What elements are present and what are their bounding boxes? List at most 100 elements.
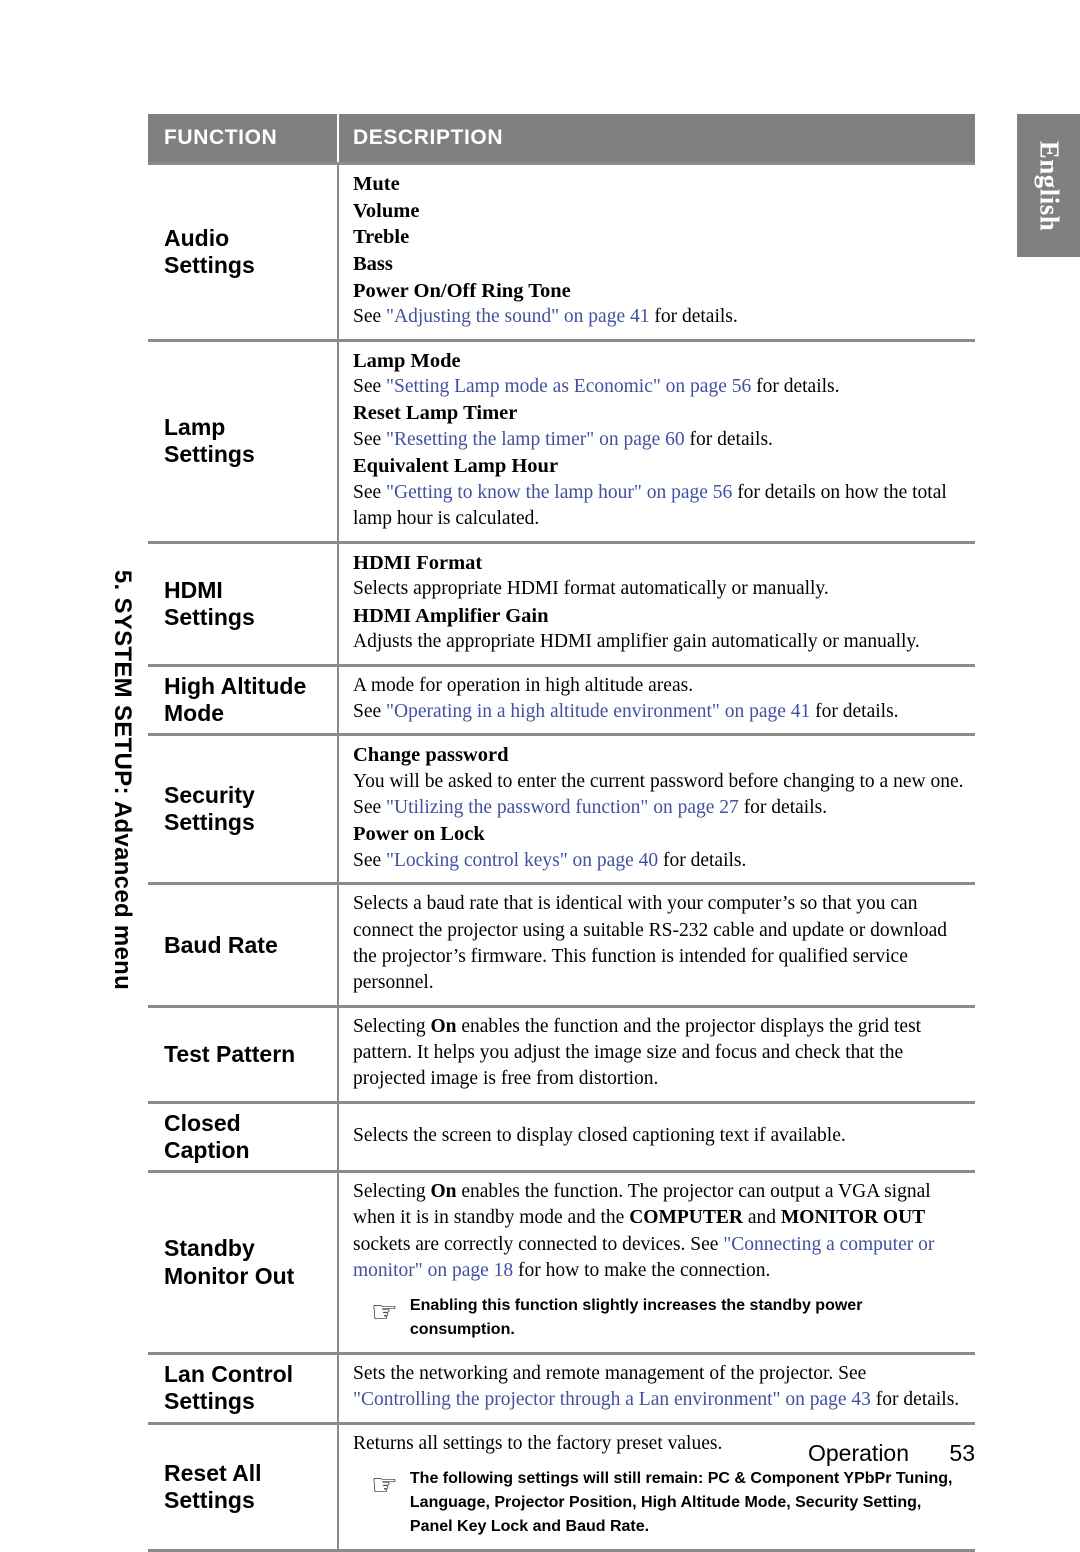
sub-setting-title: HDMI Amplifier Gain [353, 604, 549, 627]
sub-setting-title: Lamp Mode [353, 349, 461, 372]
description-paragraph: Selects the screen to display closed cap… [353, 1124, 846, 1146]
pointing-hand-icon: ☞ [371, 1468, 398, 1504]
table-row: HDMI Settings HDMI Format Selects appropria… [148, 540, 975, 666]
footer-page-number: 53 [949, 1440, 975, 1466]
function-name-cell: Lan Control Settings [148, 1352, 339, 1424]
note-callout: ☞ Enabling this function slightly increas… [353, 1294, 965, 1342]
chapter-side-label: 5. SYSTEM SETUP: Advanced menu [98, 520, 146, 1040]
table-row: Standby Monitor Out Selecting On enables t… [148, 1169, 975, 1354]
description-paragraph: See "Setting Lamp mode as Economic" on p… [353, 376, 840, 398]
function-name-cell: Lamp Settings [148, 338, 339, 543]
cross-reference-link[interactable]: "Connecting a computer or monitor" on pa… [353, 1234, 934, 1281]
function-name-line: Settings [164, 809, 255, 836]
description-cell: Selecting On enables the function. The p… [338, 1169, 975, 1354]
function-name-line: Lamp [164, 413, 226, 440]
function-name-line: High Altitude [164, 672, 307, 699]
sub-setting-title: Reset Lamp Timer [353, 402, 518, 425]
sub-setting-title: Change password [353, 744, 509, 767]
description-cell: Lamp Mode See "Setting Lamp mode as Econo… [338, 338, 975, 543]
function-name-line: Monitor Out [164, 1262, 295, 1289]
function-name-line: Settings [164, 441, 255, 468]
function-name-cell: High Altitude Mode [148, 663, 339, 735]
function-name-cell: Test Pattern [148, 1004, 339, 1103]
description-cell: Change password You will be asked to ente… [338, 733, 975, 884]
emphasized-term: COMPUTER [629, 1207, 743, 1229]
description-paragraph: See "Adjusting the sound" on page 41 for… [353, 306, 738, 328]
description-paragraph: A mode for operation in high altitude ar… [353, 674, 694, 696]
function-name-line: Mode [164, 699, 225, 726]
function-name-line: Standby [164, 1235, 255, 1262]
note-text: The following settings will still remain… [409, 1470, 953, 1536]
cross-reference-link[interactable]: "Setting Lamp mode as Economic" on page … [386, 376, 751, 397]
description-paragraph: See "Locking control keys" on page 40 fo… [353, 850, 747, 872]
table-body: Audio Settings Mute Volume Treble Bass Power O… [148, 162, 975, 1552]
function-name-line: Audio [164, 224, 230, 251]
table-header: FUNCTION DESCRIPTION [148, 114, 975, 164]
table-row: Test Pattern Selecting On enables the fun… [148, 1004, 975, 1103]
function-name-cell: HDMI Settings [148, 540, 339, 666]
description-cell: Selects the screen to display closed cap… [338, 1100, 975, 1172]
sub-setting-title: HDMI Format [353, 551, 483, 574]
sub-setting-title: Power on Lock [353, 823, 485, 846]
function-name-line: Security [164, 782, 255, 809]
description-cell: A mode for operation in high altitude ar… [338, 663, 975, 735]
page-footer: Operation 53 [148, 1440, 975, 1467]
description-cell: Selects a baud rate that is identical wi… [338, 882, 975, 1007]
function-name-cell: Audio Settings [148, 162, 339, 341]
cross-reference-link[interactable]: "Resetting the lamp timer" on page 60 [386, 429, 685, 450]
pointing-hand-icon: ☞ [371, 1295, 398, 1331]
language-tab-label: English [1034, 140, 1064, 231]
function-name-line: HDMI [164, 576, 223, 603]
cross-reference-link[interactable]: "Locking control keys" on page 40 [386, 850, 658, 871]
table-row: Security Settings Change password You will … [148, 733, 975, 884]
cross-reference-link[interactable]: "Adjusting the sound" on page 41 [386, 306, 649, 327]
function-name-line: Settings [164, 1388, 255, 1415]
table-header-row: FUNCTION DESCRIPTION [148, 114, 975, 164]
sub-setting-title: Bass [353, 252, 393, 275]
description-paragraph: Selects a baud rate that is identical wi… [353, 893, 948, 994]
function-name-line: Settings [164, 251, 255, 278]
table-row: High Altitude Mode A mode for operation in… [148, 663, 975, 735]
table-row: Baud Rate Selects a baud rate that is ide… [148, 882, 975, 1007]
description-cell: Selecting On enables the function and th… [338, 1004, 975, 1103]
emphasized-term: On [430, 1015, 457, 1037]
emphasized-term: MONITOR OUT [780, 1207, 926, 1229]
function-name-cell: Standby Monitor Out [148, 1169, 339, 1354]
function-name-line: Test Pattern [164, 1040, 296, 1067]
description-paragraph: Selecting On enables the function. The p… [353, 1180, 935, 1281]
cross-reference-link[interactable]: "Utilizing the password function" on pag… [386, 797, 739, 818]
description-cell: Mute Volume Treble Bass Power On/Off Ring To… [338, 162, 975, 341]
function-name-cell: Security Settings [148, 733, 339, 884]
cross-reference-link[interactable]: "Operating in a high altitude environmen… [386, 701, 810, 722]
cross-reference-link[interactable]: "Getting to know the lamp hour" on page … [386, 482, 732, 503]
sub-setting-title: Equivalent Lamp Hour [353, 455, 559, 478]
description-paragraph: Selecting On enables the function and th… [353, 1015, 922, 1090]
description-paragraph: Sets the networking and remote managemen… [353, 1363, 960, 1411]
function-name-line: Baud Rate [164, 931, 278, 958]
function-name-line: Lan Control [164, 1361, 294, 1388]
description-paragraph: You will be asked to enter the current p… [353, 770, 964, 819]
footer-section-name: Operation [808, 1440, 910, 1466]
function-name-cell: Closed Caption [148, 1100, 339, 1172]
sub-setting-title: Volume [353, 199, 420, 222]
function-description-table-wrapper: FUNCTION DESCRIPTION Audio Settings Mute Vo… [148, 114, 975, 1552]
table-row: Lamp Settings Lamp Mode See "Setting Lamp m… [148, 338, 975, 543]
table-row: Lan Control Settings Sets the networking a… [148, 1352, 975, 1424]
description-cell: HDMI Format Selects appropriate HDMI form… [338, 540, 975, 666]
sub-setting-title: Mute [353, 173, 400, 195]
function-name-line: Closed Caption [164, 1109, 250, 1163]
description-paragraph: See "Getting to know the lamp hour" on p… [353, 482, 947, 530]
description-paragraph: Selects appropriate HDMI format automati… [353, 578, 829, 600]
chapter-side-label-text: 5. SYSTEM SETUP: Advanced menu [109, 569, 136, 991]
description-paragraph: Adjusts the appropriate HDMI amplifier g… [353, 631, 920, 653]
column-header-function: FUNCTION [148, 114, 338, 164]
language-tab: English [1017, 114, 1080, 257]
sub-setting-title: Treble [353, 226, 410, 249]
description-paragraph: See "Resetting the lamp timer" on page 6… [353, 429, 773, 451]
emphasized-term: On [430, 1180, 457, 1202]
cross-reference-link[interactable]: "Controlling the projector through a Lan… [353, 1389, 871, 1410]
table-row: Audio Settings Mute Volume Treble Bass Power O… [148, 162, 975, 341]
description-paragraph: See "Operating in a high altitude enviro… [353, 700, 899, 722]
function-name-cell: Baud Rate [148, 882, 339, 1007]
description-cell: Sets the networking and remote managemen… [338, 1352, 975, 1424]
